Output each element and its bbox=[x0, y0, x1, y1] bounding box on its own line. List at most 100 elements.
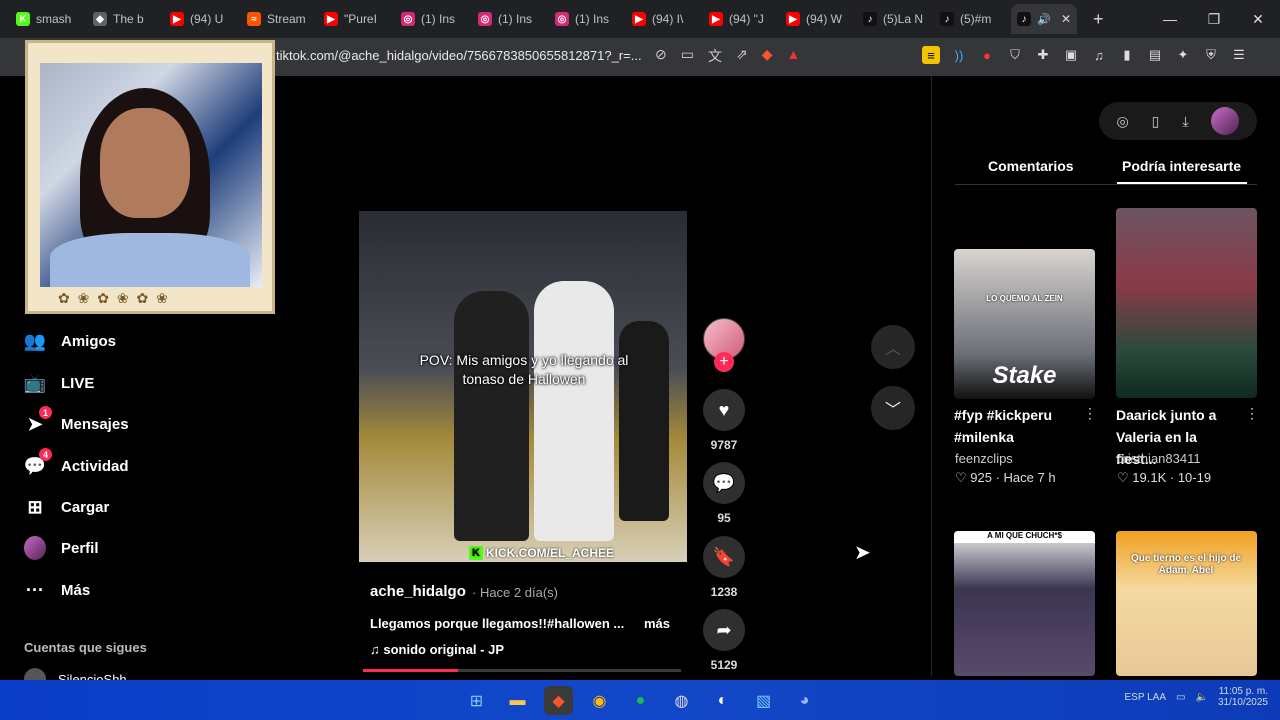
extension-bitwarden-icon[interactable]: ≡ bbox=[922, 46, 940, 64]
suggested-video-title[interactable]: #fyp #kickperu #milenka bbox=[954, 404, 1079, 448]
nav-item-more[interactable]: ··· Más bbox=[24, 579, 90, 601]
extension-audio-icon[interactable]: )) bbox=[950, 46, 968, 64]
chevron-up-icon: ︿ bbox=[884, 341, 901, 358]
video-progress-bar[interactable] bbox=[363, 669, 681, 672]
suggested-video-user[interactable]: cristhian83411 bbox=[1117, 451, 1201, 466]
extension-red-icon[interactable]: ● bbox=[978, 46, 996, 64]
suggested-video-thumb[interactable] bbox=[1116, 208, 1257, 398]
obs-icon[interactable]: ◍ bbox=[667, 686, 696, 715]
tab-favicon-icon: ▶ bbox=[170, 12, 184, 26]
progress-fill bbox=[363, 669, 459, 672]
nav-item-activity[interactable]: 💬 4 Actividad bbox=[24, 448, 129, 477]
profile-avatar-icon bbox=[24, 536, 46, 560]
new-tab-button[interactable]: + bbox=[1093, 9, 1104, 30]
next-video-button[interactable]: ﹀ bbox=[871, 386, 915, 430]
tab-suggested[interactable]: Podría interesarte bbox=[1122, 158, 1241, 174]
video-author[interactable]: ache_hidalgo bbox=[370, 583, 466, 600]
close-icon[interactable]: ✕ bbox=[1061, 12, 1071, 26]
suggested-video-thumb[interactable]: A MI QUE CHUCH*$ bbox=[954, 531, 1095, 676]
brave-shield-icon[interactable]: ◆ bbox=[762, 46, 773, 66]
save-count: 1238 bbox=[710, 585, 738, 599]
media-icon[interactable]: ♫ bbox=[1090, 46, 1108, 64]
no-tracking-icon[interactable]: ⊘ bbox=[655, 46, 667, 66]
brave-rewards-icon[interactable]: ▲ bbox=[786, 46, 800, 66]
previous-video-button[interactable]: ︿ bbox=[871, 325, 915, 369]
tab-label: (5)La N bbox=[883, 12, 924, 26]
comment-button[interactable]: 💬 bbox=[703, 462, 745, 504]
phone-icon[interactable]: ▯ bbox=[1152, 113, 1160, 130]
nav-label: Perfil bbox=[61, 539, 99, 557]
share-icon[interactable]: ⇗ bbox=[736, 46, 748, 66]
browser-tab[interactable]: ♪ (5)#m bbox=[934, 4, 1011, 34]
activity-icon: 💬 4 bbox=[24, 448, 52, 477]
browser-tab[interactable]: ▶ (94) "J bbox=[703, 4, 780, 34]
browser-tab[interactable]: ♪ (5)La N bbox=[857, 4, 934, 34]
wifi-icon[interactable]: ▭ bbox=[1176, 692, 1185, 703]
browser-tab[interactable]: ◆ The b bbox=[87, 4, 164, 34]
browser-tab[interactable]: ≈ Stream bbox=[241, 4, 318, 34]
translate-icon[interactable]: 文 bbox=[708, 46, 722, 66]
tray-clock[interactable]: 11:05 p. m. 31/10/2025 bbox=[1218, 686, 1268, 708]
tray-lang[interactable]: ESP LAA bbox=[1125, 692, 1167, 703]
browser-tab[interactable]: ◎ (1) Ins bbox=[472, 4, 549, 34]
browser-tab[interactable]: ▶ (94) U bbox=[164, 4, 241, 34]
minimize-button[interactable]: — bbox=[1148, 11, 1192, 27]
upload-plus-icon: ⊞ bbox=[27, 496, 43, 517]
share-button[interactable]: ➦ bbox=[703, 609, 745, 651]
extension-shield-icon[interactable]: ⛉ bbox=[1006, 46, 1024, 64]
suggested-video-user[interactable]: feenzclips bbox=[955, 451, 1013, 466]
tab-label: (94) "J bbox=[729, 12, 764, 26]
tab-label: (94) W bbox=[806, 12, 842, 26]
paint-icon[interactable]: ▧ bbox=[749, 686, 778, 715]
more-options-icon[interactable]: ⋮ bbox=[1083, 405, 1097, 422]
tab-comments[interactable]: Comentarios bbox=[988, 158, 1074, 174]
discord-icon[interactable]: ◕ bbox=[790, 686, 819, 715]
browser-tab[interactable]: Ksmash bbox=[10, 4, 87, 34]
chrome-icon[interactable]: ◉ bbox=[585, 686, 614, 715]
nav-item-profile[interactable]: Perfil bbox=[24, 536, 99, 560]
close-window-button[interactable]: ✕ bbox=[1236, 11, 1280, 28]
nav-item-upload[interactable]: ⊞ Cargar bbox=[24, 496, 109, 518]
suggested-video-thumb[interactable]: Que tierno es el hijo de Adam, Abel bbox=[1116, 531, 1257, 676]
menu-icon[interactable]: ☰ bbox=[1230, 46, 1248, 64]
cast-icon[interactable]: ▭ bbox=[681, 46, 694, 66]
suggested-video-thumb[interactable]: LO QUEMO AL ZEIN Stake bbox=[954, 249, 1095, 399]
like-button[interactable]: ♥ bbox=[703, 389, 745, 431]
volume-icon[interactable]: 🔈 bbox=[1195, 692, 1207, 703]
windows-start-icon[interactable]: ⊞ bbox=[462, 686, 491, 715]
browser-tab[interactable]: ▶ (94) I\ bbox=[626, 4, 703, 34]
more-link[interactable]: más bbox=[644, 616, 670, 631]
nav-item-live[interactable]: 📺 LIVE bbox=[24, 372, 95, 394]
send-icon: ➤ 1 bbox=[24, 406, 52, 435]
more-options-icon[interactable]: ⋮ bbox=[1245, 405, 1259, 422]
video-sound[interactable]: ♫ sonido original - JP bbox=[370, 642, 504, 657]
webcam-overlay: ✿ ❀ ✿ ❀ ✿ ❀ bbox=[25, 40, 275, 314]
streaming-app-icon[interactable]: ◐ bbox=[708, 686, 737, 715]
nav-item-messages[interactable]: ➤ 1 Mensajes bbox=[24, 406, 129, 435]
file-explorer-icon[interactable]: ▬ bbox=[503, 686, 532, 715]
spotify-icon[interactable]: ● bbox=[626, 686, 655, 715]
tab-active-tiktok[interactable]: ♪ 🔊 ✕ bbox=[1011, 4, 1077, 34]
leo-ai-icon[interactable]: ✦ bbox=[1174, 46, 1192, 64]
browser-tab[interactable]: ▶ "PureI bbox=[318, 4, 395, 34]
brave-browser-icon[interactable]: ◆ bbox=[544, 686, 573, 715]
extension-box-icon[interactable]: ▣ bbox=[1062, 46, 1080, 64]
browser-tab[interactable]: ▶ (94) W bbox=[780, 4, 857, 34]
save-button[interactable]: 🔖 bbox=[703, 536, 745, 578]
video-player[interactable]: POV: Mis amigos y yo llegando al tonaso … bbox=[359, 211, 687, 562]
browser-tab[interactable]: ◎ (1) Ins bbox=[549, 4, 626, 34]
compass-icon[interactable]: ◎ bbox=[1116, 113, 1128, 130]
extensions-puzzle-icon[interactable]: ✚ bbox=[1034, 46, 1052, 64]
user-avatar[interactable] bbox=[1211, 107, 1240, 135]
url-field[interactable]: tiktok.com/@ache_hidalgo/video/756678385… bbox=[276, 48, 641, 63]
side-toolbar: ◎ ▯ ⤓ bbox=[1099, 102, 1257, 140]
sidebar-icon[interactable]: ▮ bbox=[1118, 46, 1136, 64]
wallet-icon[interactable]: ▤ bbox=[1146, 46, 1164, 64]
browser-tab[interactable]: ◎ (1) Ins bbox=[395, 4, 472, 34]
nav-item-friends[interactable]: 👥 Amigos bbox=[24, 330, 116, 352]
follow-plus-button[interactable]: + bbox=[714, 352, 734, 372]
maximize-button[interactable]: ❐ bbox=[1192, 11, 1236, 28]
download-icon[interactable]: ⤓ bbox=[1182, 113, 1188, 130]
vpn-icon[interactable]: ⛨ bbox=[1202, 46, 1220, 64]
thumb-text: LO QUEMO AL ZEIN bbox=[986, 294, 1063, 303]
